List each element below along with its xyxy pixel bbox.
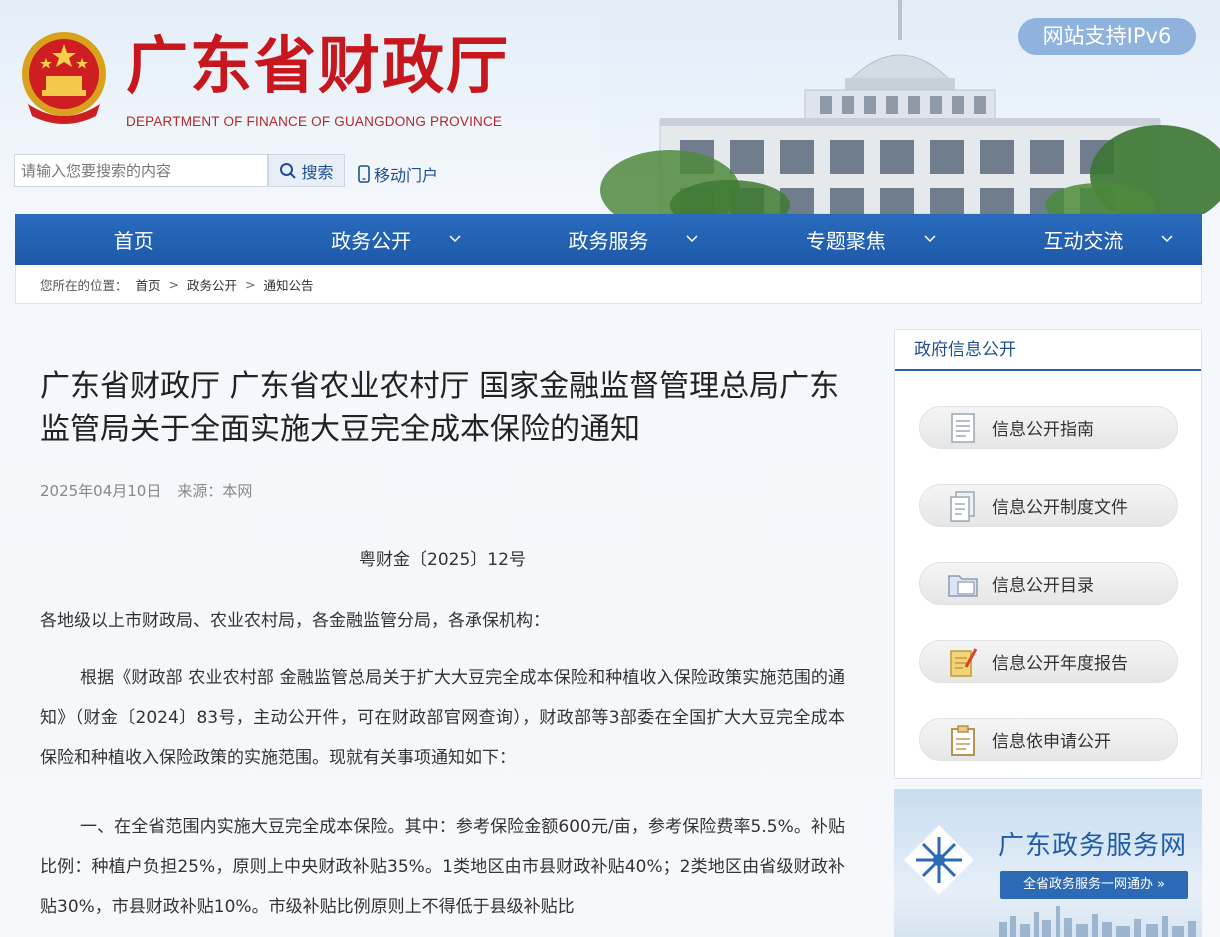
- nav-item-label: 互动交流: [1043, 229, 1124, 253]
- breadcrumb-prefix: 您所在的位置：: [40, 277, 128, 293]
- nav-item-home[interactable]: 首页: [15, 214, 252, 265]
- site-subtitle: DEPARTMENT OF FINANCE OF GUANGDONG PROVI…: [126, 114, 503, 129]
- mobile-phone-icon: [358, 165, 370, 183]
- ipv6-badge: 网站支持IPv6: [1018, 18, 1196, 55]
- search-button-label: 搜索: [301, 162, 334, 182]
- main-nav: 首页 政务公开 政务服务 专题聚焦 互动交流: [15, 214, 1202, 265]
- info-disclosure-catalog-button[interactable]: 信息公开目录: [919, 562, 1178, 605]
- info-on-request-button[interactable]: 信息依申请公开: [919, 718, 1178, 761]
- site-title: 广东省财政厅: [126, 29, 511, 102]
- breadcrumb-separator: >: [168, 276, 180, 292]
- nav-item-special-topics[interactable]: 专题聚焦: [727, 214, 964, 265]
- chevron-down-icon: [924, 235, 936, 243]
- article: 广东省财政厅 广东省农业农村厅 国家金融监督管理总局广东监管局关于全面实施大豆完…: [40, 365, 845, 917]
- info-disclosure-guide-button[interactable]: 信息公开指南: [919, 406, 1178, 449]
- mobile-portal-link[interactable]: 移动门户: [358, 162, 438, 186]
- site-header: 广东省财政厅 DEPARTMENT OF FINANCE OF GUANGDON…: [0, 0, 1220, 214]
- article-paragraph: 一、在全省范围内实施大豆完全成本保险。其中：参考保险金额600元/亩，参考保险费…: [40, 817, 845, 917]
- gov-services-logo-icon: [904, 825, 974, 895]
- article-date: 2025年04月10日: [40, 482, 162, 500]
- nav-item-interaction[interactable]: 互动交流: [965, 214, 1202, 265]
- breadcrumb-item-government-affairs[interactable]: 政务公开: [187, 275, 237, 294]
- side-button-label: 信息公开指南: [992, 420, 1094, 440]
- nav-item-government-affairs[interactable]: 政务公开: [252, 214, 489, 265]
- clipboard-icon: [951, 724, 975, 756]
- folder-icon: [948, 574, 978, 597]
- chevron-down-icon: [449, 235, 461, 243]
- side-button-label: 信息公开目录: [992, 576, 1094, 596]
- nav-item-label: 政务公开: [331, 229, 412, 253]
- side-button-label: 信息公开年度报告: [992, 654, 1128, 674]
- breadcrumb-item-notices[interactable]: 通知公告: [264, 275, 314, 294]
- info-disclosure-annual-report-button[interactable]: 信息公开年度报告: [919, 640, 1178, 683]
- breadcrumb-separator: >: [245, 276, 256, 292]
- nav-item-government-services[interactable]: 政务服务: [490, 214, 727, 265]
- side-button-label: 信息公开制度文件: [992, 498, 1128, 518]
- info-disclosure-rules-button[interactable]: 信息公开制度文件: [919, 484, 1178, 527]
- sidebar-header: 政府信息公开: [895, 330, 1201, 371]
- chevron-down-icon: [1161, 235, 1173, 243]
- nav-item-label: 专题聚焦: [805, 229, 886, 253]
- files-icon: [950, 490, 975, 522]
- side-button-label: 信息依申请公开: [992, 732, 1111, 752]
- article-paragraph: 根据《财政部 农业农村部 金融监管总局关于扩大大豆完全成本保险和种植收入保险政策…: [40, 668, 845, 768]
- banner-subtitle: 全省政务服务一网通办 »: [1000, 871, 1188, 899]
- article-title: 广东省财政厅 广东省农业农村厅 国家金融监督管理总局广东监管局关于全面实施大豆完…: [40, 369, 840, 447]
- city-skyline-illustration: [999, 906, 1196, 937]
- mobile-portal-label: 移动门户: [374, 166, 439, 185]
- chevron-down-icon: [686, 235, 698, 243]
- guangdong-gov-services-banner[interactable]: 广东政务服务网 全省政务服务一网通办 »: [894, 789, 1202, 937]
- info-disclosure-sidebar: 政府信息公开 信息公开指南 信息公开制度文件 信息公开目录 信息公开年度报告 信…: [894, 329, 1202, 779]
- national-emblem-icon: [22, 32, 106, 124]
- pencil-note-icon: [950, 647, 978, 677]
- banner-title: 广东政务服务网: [998, 831, 1188, 861]
- article-source: 来源：本网: [177, 482, 253, 500]
- document-icon: [951, 412, 975, 443]
- breadcrumb: 您所在的位置： 首页 > 政务公开 > 通知公告: [15, 265, 1202, 304]
- search-input[interactable]: [14, 154, 268, 187]
- breadcrumb-item-home[interactable]: 首页: [136, 275, 161, 294]
- search-icon: [280, 162, 297, 179]
- article-meta: 2025年04月10日 来源：本网: [40, 480, 252, 501]
- document-number: 粤财金〔2025〕12号: [359, 550, 526, 570]
- nav-item-label: 首页: [113, 229, 154, 253]
- addressee: 各地级以上市财政局、农业农村局，各金融监管分局，各承保机构：: [40, 611, 550, 631]
- nav-item-label: 政务服务: [568, 229, 649, 253]
- search-button[interactable]: 搜索: [268, 154, 345, 187]
